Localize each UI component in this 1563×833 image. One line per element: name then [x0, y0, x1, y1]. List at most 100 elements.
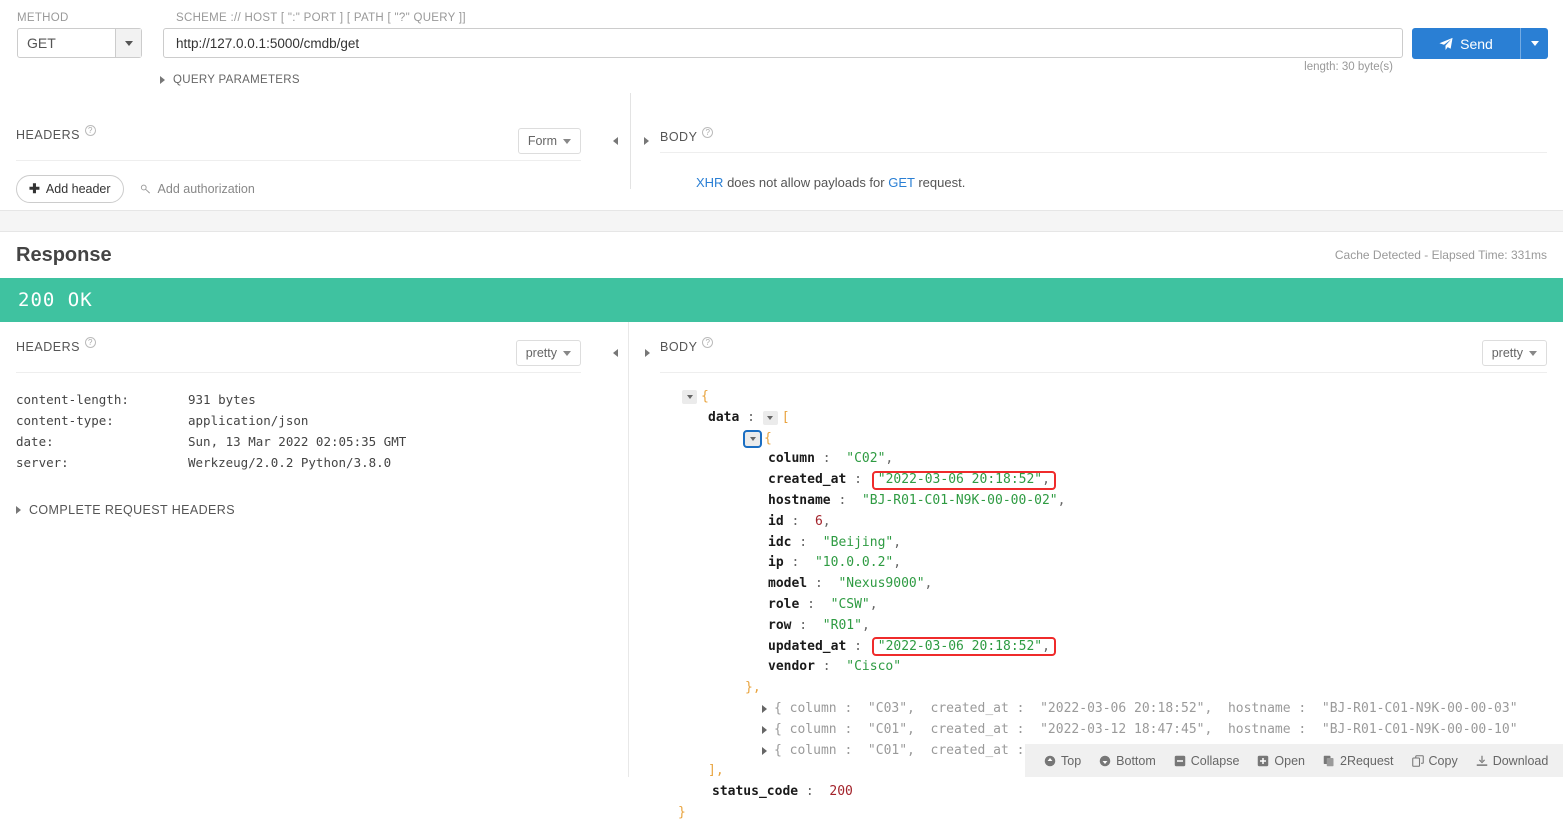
- arrow-down-circle-icon: [1099, 755, 1111, 767]
- collapse-left-button[interactable]: [600, 137, 630, 145]
- help-icon[interactable]: ?: [84, 337, 96, 348]
- add-authorization-button[interactable]: Add authorization: [140, 182, 255, 196]
- section-separator: [0, 210, 1563, 232]
- chevron-right-icon: [643, 137, 649, 145]
- copy-icon: [1411, 754, 1424, 767]
- json-object-close-line: },: [660, 678, 1547, 699]
- send-options-toggle[interactable]: [1520, 28, 1548, 59]
- json-top-button[interactable]: Top: [1035, 754, 1090, 768]
- json-toggle-root[interactable]: [682, 390, 697, 405]
- header-value: application/json: [188, 413, 309, 428]
- panel-collapse-arrows: [600, 93, 661, 189]
- json-collapsed-row-2[interactable]: { column : "C01", created_at : "2022-03-…: [660, 720, 1547, 741]
- json-key: role: [768, 596, 800, 612]
- help-icon[interactable]: ?: [702, 337, 714, 348]
- response-body-format-label: pretty: [1491, 346, 1523, 360]
- chevron-down-icon: [1530, 41, 1539, 46]
- json-brace: }: [678, 804, 686, 820]
- json-key: created_at: [768, 472, 847, 488]
- response-body-title-text: BODY: [660, 340, 698, 354]
- json-copy-label: Copy: [1428, 753, 1458, 768]
- json-key: id: [768, 513, 784, 529]
- json-comma: ,: [869, 596, 878, 612]
- json-field-updated-at: updated_at : "2022-03-06 20:18:52",: [660, 637, 1547, 658]
- json-collapsed-row-1[interactable]: { column : "C03", created_at : "2022-03-…: [660, 699, 1547, 720]
- json-download-button[interactable]: Download: [1467, 754, 1558, 768]
- json-bracket: ],: [708, 763, 724, 779]
- json-toggle-item-3[interactable]: [758, 744, 771, 758]
- collapse-right-button[interactable]: [631, 137, 661, 145]
- help-icon[interactable]: ?: [702, 127, 714, 138]
- json-field-column: column : "C02",: [660, 449, 1547, 470]
- json-field-id: id : 6,: [660, 512, 1547, 533]
- json-key: hostname: [768, 492, 831, 508]
- query-parameters-toggle[interactable]: QUERY PARAMETERS: [160, 74, 300, 86]
- header-key: server:: [16, 455, 69, 470]
- complete-request-headers-label: COMPLETE REQUEST HEADERS: [29, 503, 235, 517]
- json-brace: {: [701, 389, 709, 404]
- json-toggle-item-0[interactable]: [743, 429, 762, 448]
- request-length-note: length: 30 byte(s): [1304, 61, 1393, 73]
- json-collapsed-preview: { column : "C01", created_at : "2022-03-…: [774, 721, 1518, 737]
- json-bottom-button[interactable]: Bottom: [1090, 754, 1165, 768]
- json-2request-button[interactable]: 2Request: [1314, 754, 1403, 768]
- chevron-down-icon: [1529, 350, 1537, 356]
- complete-request-headers-toggle[interactable]: COMPLETE REQUEST HEADERS: [16, 503, 581, 517]
- response-headers-panel: HEADERS ? pretty content-length: 931 byt…: [0, 322, 597, 517]
- json-key: column: [768, 451, 815, 467]
- request-headers-format-select[interactable]: Form: [517, 128, 581, 154]
- json-field-vendor: vendor : "Cisco": [660, 657, 1547, 678]
- chevron-left-icon: [612, 349, 618, 357]
- response-body-title: BODY ?: [660, 337, 714, 354]
- json-collapse-button[interactable]: Collapse: [1165, 754, 1249, 768]
- method-link[interactable]: GET: [888, 175, 915, 190]
- request-headers-title-text: HEADERS: [16, 128, 80, 142]
- json-field-model: model : "Nexus9000",: [660, 574, 1547, 595]
- json-key: model: [768, 576, 808, 592]
- divider: [660, 152, 1547, 153]
- method-dropdown-toggle[interactable]: [115, 29, 141, 57]
- add-header-button[interactable]: ✚ Add header: [16, 175, 124, 203]
- chevron-down-icon: [124, 40, 133, 46]
- send-button[interactable]: Send: [1412, 28, 1548, 59]
- status-bar: 200 OK: [0, 278, 1563, 322]
- response-collapse-right-button[interactable]: [632, 349, 662, 357]
- json-field-idc: idc : "Beijing",: [660, 533, 1547, 554]
- response-meta: Cache Detected - Elapsed Time: 331ms: [1334, 248, 1547, 262]
- json-data-line: data : [: [660, 408, 1547, 429]
- url-input[interactable]: [163, 28, 1403, 58]
- json-toggle-item-1[interactable]: [758, 702, 771, 716]
- request-body-title-text: BODY: [660, 130, 698, 144]
- json-value: "C02": [846, 451, 886, 467]
- chevron-right-icon: [762, 705, 767, 714]
- paper-plane-icon: [1439, 37, 1453, 50]
- chevron-down-icon: [767, 416, 774, 421]
- plus-square-icon: [1257, 755, 1269, 767]
- json-comma: ,: [1057, 492, 1066, 508]
- json-value: "2022-03-06 20:18:52": [877, 472, 1043, 488]
- method-label: METHOD: [17, 12, 69, 24]
- json-object-open-line: {: [660, 429, 1547, 450]
- request-bar: METHOD SCHEME :// HOST [ ":" PORT ] [ PA…: [0, 0, 1563, 110]
- send-button-main[interactable]: Send: [1412, 28, 1520, 59]
- response-headers-title: HEADERS ?: [16, 337, 96, 354]
- json-toggle-item-2[interactable]: [758, 723, 771, 737]
- response-expand-arrows: [632, 340, 662, 366]
- minus-square-icon: [1174, 755, 1186, 767]
- help-icon[interactable]: ?: [84, 125, 96, 136]
- add-authorization-label: Add authorization: [157, 182, 255, 196]
- chevron-down-icon: [749, 436, 756, 441]
- response-collapse-left-button[interactable]: [600, 349, 630, 357]
- json-comma: ,: [1042, 472, 1050, 488]
- response-body-format-select[interactable]: pretty: [1481, 340, 1547, 366]
- json-copy-button[interactable]: Copy: [1403, 754, 1467, 768]
- request-headers-panel: HEADERS ? Form ✚ Add header Add authoriz…: [0, 110, 597, 203]
- response-headers-format-select[interactable]: pretty: [515, 340, 581, 366]
- json-value: "BJ-R01-C01-N9K-00-00-02": [861, 492, 1058, 508]
- json-toggle-data[interactable]: [762, 411, 778, 426]
- json-value-status-code: 200: [829, 784, 853, 800]
- json-open-button[interactable]: Open: [1248, 754, 1314, 768]
- method-select[interactable]: GET: [17, 28, 142, 58]
- json-value: "Nexus9000": [838, 576, 925, 592]
- xhr-link[interactable]: XHR: [696, 175, 723, 190]
